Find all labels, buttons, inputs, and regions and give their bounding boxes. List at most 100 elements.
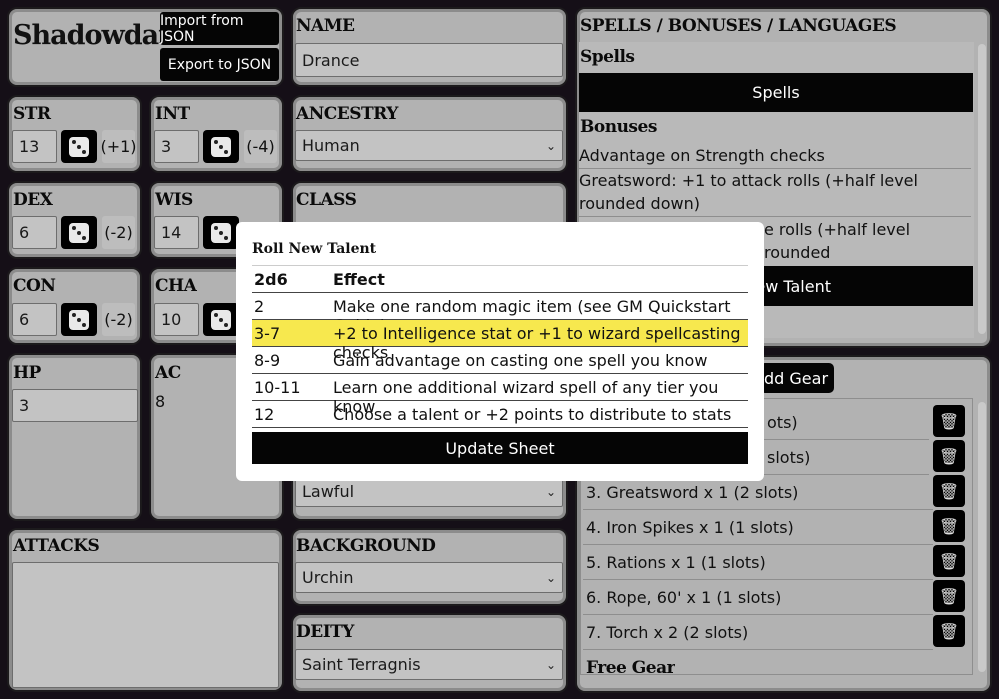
stat-mod-dex: (-2) [102,216,135,249]
attacks-label: ATTACKS [13,536,100,556]
ancestry-select[interactable]: Human ⌄ [295,130,563,161]
stat-input-int[interactable]: 3 [154,130,199,163]
gear-item: 4. Iron Spikes x 1 (1 slots) [583,510,933,545]
deity-label: DEITY [296,622,354,642]
delete-gear-button[interactable]: 🗑 [933,510,965,542]
ac-value: 8 [155,392,166,411]
delete-gear-button[interactable]: 🗑 [933,615,965,647]
dice-icon [69,136,89,157]
ancestry-label: ANCESTRY [296,104,398,124]
stat-input-wis[interactable]: 14 [154,216,199,249]
import-json-button[interactable]: Import from JSON [160,12,279,45]
trash-icon: 🗑 [938,621,960,641]
gear-item-label: 6. Rope, 60' x 1 (1 slots) [586,587,782,607]
gear-item-label: 5. Rations x 1 (1 slots) [586,552,766,572]
gear-item: 5. Rations x 1 (1 slots) [583,545,933,580]
stat-label-cha: CHA [155,276,197,296]
bonus-item: Advantage on Strength checks [579,144,971,169]
table-header: 2d6 Effect [252,266,748,293]
trash-icon: 🗑 [938,481,960,501]
dice-icon [69,222,89,243]
roll-value: 2 [254,297,265,316]
delete-gear-button[interactable]: 🗑 [933,475,965,507]
alignment-value: Lawful [302,482,355,501]
dice-icon [211,222,231,243]
scrollbar[interactable] [978,44,986,334]
stat-input-con[interactable]: 6 [12,303,57,336]
spells-button[interactable]: Spells [579,73,973,112]
roll-value: 12 [254,405,275,424]
chevron-down-icon: ⌄ [545,570,556,585]
stat-input-cha[interactable]: 10 [154,303,199,336]
stat-input-str[interactable]: 13 [12,130,57,163]
deity-value: Saint Terragnis [302,655,421,674]
stat-label-dex: DEX [13,190,53,210]
stat-mod-int: (-4) [244,130,277,163]
dice-icon [211,136,231,157]
delete-gear-button[interactable]: 🗑 [933,545,965,577]
chevron-down-icon: ⌄ [545,484,556,499]
trash-icon: 🗑 [938,586,960,606]
background-value: Urchin [302,568,354,587]
trash-icon: 🗑 [938,551,960,571]
roll-wis-button[interactable] [203,216,239,249]
export-json-button[interactable]: Export to JSON [160,48,279,81]
chevron-down-icon: ⌄ [545,138,556,153]
bonus-item: Greatsword: +1 to attack rolls (+half le… [579,169,971,217]
stat-mod-str: (+1) [100,130,137,163]
stat-label-str: STR [13,104,51,124]
table-row[interactable]: 2 Make one random magic item (see GM Qui… [252,293,748,335]
trash-icon: 🗑 [938,411,960,431]
bonus-item: e rolls (+half level rounded [764,220,911,262]
gear-item: 7. Torch x 2 (2 slots) [583,615,933,650]
table-row-highlighted[interactable]: 3-7 +2 to Intelligence stat or +1 to wiz… [252,320,748,362]
chevron-down-icon: ⌄ [545,657,556,672]
free-gear-heading: Free Gear [586,658,676,675]
delete-gear-button[interactable]: 🗑 [933,580,965,612]
roll-value: 10-11 [254,378,301,397]
table-row[interactable]: 12 Choose a talent or +2 points to distr… [252,401,748,428]
delete-gear-button[interactable]: 🗑 [933,405,965,437]
stat-label-con: CON [13,276,56,296]
attacks-textarea[interactable] [12,562,279,688]
scrollbar[interactable] [978,402,986,672]
roll-cha-button[interactable] [203,303,239,336]
trash-icon: 🗑 [938,446,960,466]
dice-icon [211,309,231,330]
hp-input[interactable]: 3 [12,389,138,422]
ancestry-value: Human [302,136,360,155]
update-sheet-button[interactable]: Update Sheet [252,432,748,464]
table-row[interactable]: 8-9 Gain advantage on casting one spell … [252,347,748,374]
spells-panel-label: SPELLS / BONUSES / LANGUAGES [580,16,897,36]
delete-gear-button[interactable]: 🗑 [933,440,965,472]
stat-mod-con: (-2) [102,303,135,336]
trash-icon: 🗑 [938,516,960,536]
stat-label-wis: WIS [155,190,193,210]
name-label: NAME [296,16,355,36]
col-effect-header: Effect [333,270,385,289]
add-gear-button[interactable]: dd Gear [760,363,834,393]
roll-value: 3-7 [254,324,281,343]
background-select[interactable]: Urchin ⌄ [295,562,563,593]
roll-int-button[interactable] [203,130,239,163]
table-row[interactable]: 10-11 Learn one additional wizard spell … [252,374,748,416]
roll-str-button[interactable] [61,130,97,163]
gear-item-label: ots) [767,412,798,432]
roll-con-button[interactable] [61,303,97,336]
gear-item-label: slots) [767,447,811,467]
deity-select[interactable]: Saint Terragnis ⌄ [295,649,563,680]
gear-item-label: 3. Greatsword x 1 (2 slots) [586,482,799,502]
spells-heading: Spells [580,47,635,67]
roll-dex-button[interactable] [61,216,97,249]
gear-item-label: 7. Torch x 2 (2 slots) [586,622,749,642]
bonuses-heading: Bonuses [580,117,657,137]
name-input[interactable]: Drance [295,43,563,77]
modal-title: Roll New Talent [252,241,377,257]
ac-label: AC [155,363,181,383]
gear-item-label: 4. Iron Spikes x 1 (1 slots) [586,517,794,537]
background-label: BACKGROUND [296,536,436,556]
stat-input-dex[interactable]: 6 [12,216,57,249]
gear-item: slots) [764,440,929,475]
col-roll-header: 2d6 [254,270,288,289]
stat-label-int: INT [155,104,190,124]
